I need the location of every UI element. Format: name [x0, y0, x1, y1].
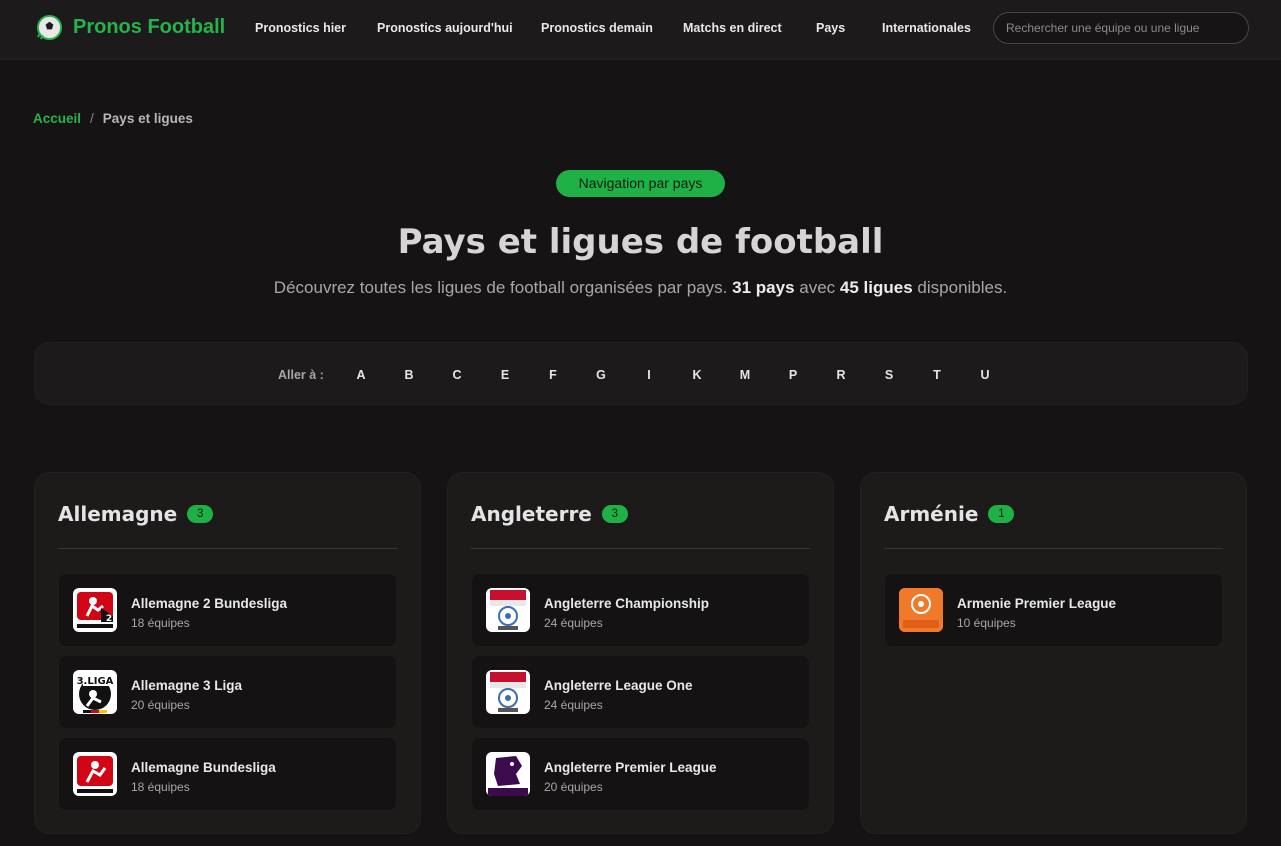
idbank-logo-icon	[899, 588, 943, 632]
league-count-badge: 1	[988, 505, 1015, 523]
league-count-badge: 3	[187, 505, 214, 523]
league-item-angleterre-championship[interactable]: Angleterre Championship 24 équipes	[471, 573, 810, 647]
efl-league-one-logo-icon	[486, 670, 530, 714]
alphabet-letter-a[interactable]: A	[353, 368, 369, 382]
nav-matchs-en-direct[interactable]: Matchs en direct	[683, 21, 782, 35]
nav-pays[interactable]: Pays	[816, 21, 845, 35]
page-title: Pays et ligues de football	[397, 222, 884, 262]
league-item-armenie-premier-league[interactable]: Armenie Premier League 10 équipes	[884, 573, 1223, 647]
alphabet-letter-p[interactable]: P	[785, 368, 801, 382]
subtitle-text: Découvrez toutes les ligues de football …	[273, 278, 728, 297]
svg-text:2: 2	[106, 614, 112, 624]
svg-text:3.LIGA: 3.LIGA	[77, 676, 114, 687]
country-header: Allemagne 3	[58, 502, 214, 526]
nav-pronostics-aujourdhui[interactable]: Pronostics aujourd'hui	[377, 21, 513, 35]
league-name: Angleterre Premier League	[544, 760, 717, 775]
nav-pronostics-demain[interactable]: Pronostics demain	[541, 21, 653, 35]
country-header: Arménie 1	[884, 502, 1015, 526]
league-name: Allemagne 2 Bundesliga	[131, 596, 288, 611]
alphabet-letter-u[interactable]: U	[977, 368, 993, 382]
league-item-angleterre-premier-league[interactable]: Angleterre Premier League 20 équipes	[471, 737, 810, 811]
breadcrumb: Accueil / Pays et ligues	[33, 111, 193, 126]
country-name: Angleterre	[471, 502, 592, 526]
league-name: Allemagne 3 Liga	[131, 678, 243, 693]
alphabet-letter-g[interactable]: G	[593, 368, 609, 382]
leagues-count: 45 ligues	[839, 278, 913, 297]
league-item-angleterre-league-one[interactable]: Angleterre League One 24 équipes	[471, 655, 810, 729]
countries-count: 31 pays	[732, 278, 795, 297]
3-liga-logo-icon: 3.LIGA	[73, 670, 117, 714]
league-name: Armenie Premier League	[957, 596, 1117, 611]
brand-logo[interactable]: Pronos Football	[36, 14, 225, 41]
league-name: Allemagne Bundesliga	[131, 760, 276, 775]
country-name: Arménie	[884, 502, 979, 526]
efl-championship-logo-icon	[486, 588, 530, 632]
country-header: Angleterre 3	[471, 502, 628, 526]
nav-pronostics-hier[interactable]: Pronostics hier	[255, 21, 346, 35]
league-item-allemagne-3-liga[interactable]: 3.LIGA Allemagne 3 Liga 20 équipes	[58, 655, 397, 729]
league-count-badge: 3	[601, 505, 628, 523]
alphabet-letter-b[interactable]: B	[401, 368, 417, 382]
alphabet-letter-s[interactable]: S	[881, 368, 897, 382]
divider	[471, 548, 810, 549]
nav-internationales[interactable]: Internationales	[882, 21, 971, 35]
alphabet-letter-m[interactable]: M	[737, 368, 753, 382]
league-teams-count: 18 équipes	[131, 616, 190, 630]
subtitle-end: disponibles.	[917, 278, 1008, 297]
league-item-allemagne-bundesliga[interactable]: Allemagne Bundesliga 18 équipes	[58, 737, 397, 811]
league-teams-count: 20 équipes	[544, 780, 603, 794]
breadcrumb-current: Pays et ligues	[102, 111, 193, 126]
league-teams-count: 24 équipes	[544, 698, 603, 712]
top-header: Pronos Football Pronostics hier Pronosti…	[0, 0, 1281, 60]
soccer-ball-icon	[36, 14, 63, 41]
search-input[interactable]	[993, 12, 1249, 44]
league-name: Angleterre League One	[544, 678, 693, 693]
country-card-angleterre: Angleterre 3 Angleterre Championship 24 …	[447, 472, 834, 834]
divider	[884, 548, 1223, 549]
league-teams-count: 10 équipes	[957, 616, 1016, 630]
subtitle-connector: avec	[799, 278, 836, 297]
alphabet-letter-k[interactable]: K	[689, 368, 705, 382]
alphabet-letter-f[interactable]: F	[545, 368, 561, 382]
alphabet-letter-t[interactable]: T	[929, 368, 945, 382]
country-name: Allemagne	[58, 502, 178, 526]
league-teams-count: 20 équipes	[131, 698, 190, 712]
alphabet-label: Aller à :	[278, 368, 324, 382]
alphabet-letter-i[interactable]: I	[641, 368, 657, 382]
alphabet-letter-r[interactable]: R	[833, 368, 849, 382]
alphabet-letter-e[interactable]: E	[497, 368, 513, 382]
section-pill: Navigation par pays	[556, 170, 725, 197]
divider	[58, 548, 397, 549]
alphabet-jump-bar: Aller à : A B C E F G I K M P R S T U	[34, 342, 1248, 405]
country-card-armenie: Arménie 1 Armenie Premier League 10 équi…	[860, 472, 1247, 834]
league-name: Angleterre Championship	[544, 596, 710, 611]
league-teams-count: 24 équipes	[544, 616, 603, 630]
country-card-allemagne: Allemagne 3 2 Allemagne 2 Bundesliga 18 …	[34, 472, 421, 834]
breadcrumb-home-link[interactable]: Accueil	[33, 111, 81, 126]
league-item-allemagne-2-bundesliga[interactable]: 2 Allemagne 2 Bundesliga 18 équipes	[58, 573, 397, 647]
alphabet-letter-c[interactable]: C	[449, 368, 465, 382]
bundesliga-logo-icon	[73, 752, 117, 796]
brand-name: Pronos Football	[73, 16, 226, 38]
page-subtitle: Découvrez toutes les ligues de football …	[0, 278, 1281, 298]
bundesliga-2-logo-icon: 2	[73, 588, 117, 632]
premier-league-logo-icon	[486, 752, 530, 796]
league-teams-count: 18 équipes	[131, 780, 190, 794]
breadcrumb-separator: /	[90, 111, 94, 126]
